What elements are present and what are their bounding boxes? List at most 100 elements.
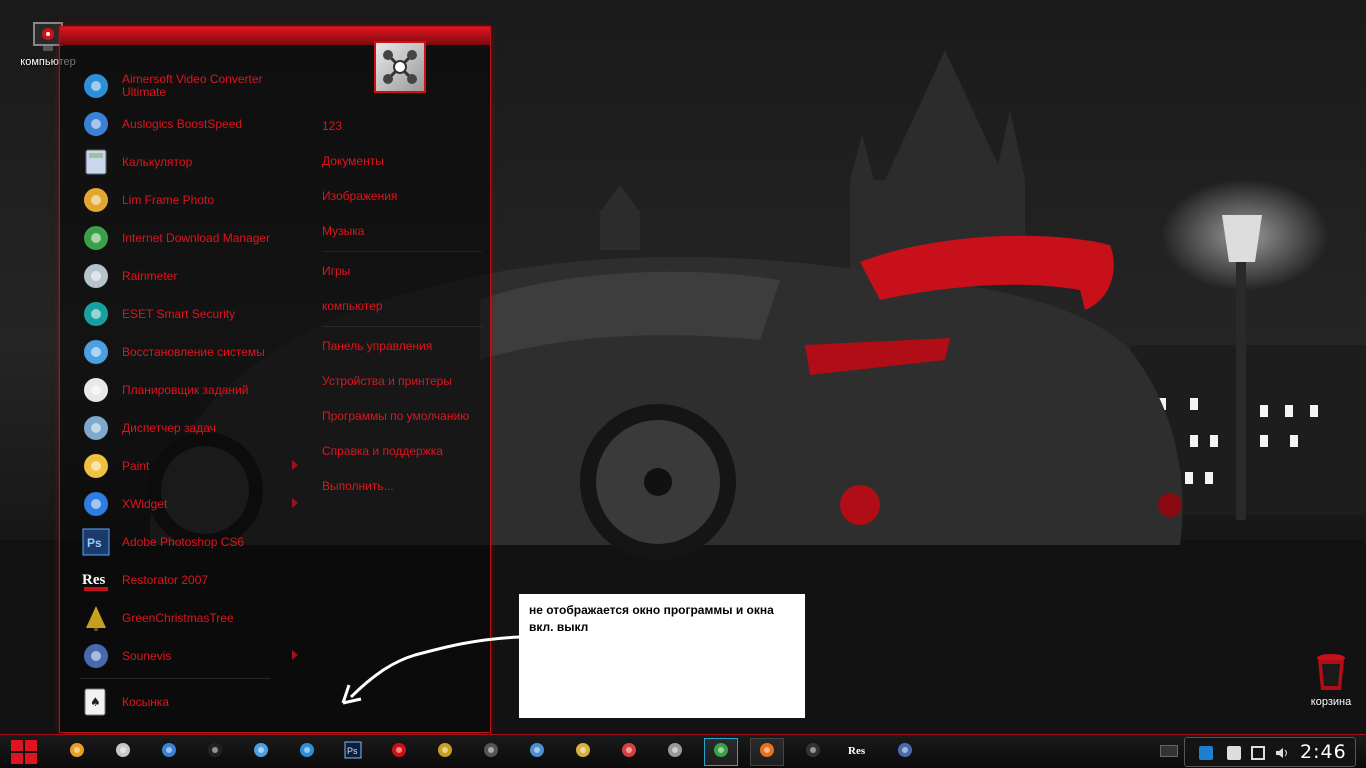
- taskbar-button[interactable]: [290, 738, 324, 766]
- settings-gear-icon: [252, 741, 270, 764]
- taskbar-button[interactable]: [520, 738, 554, 766]
- program-item[interactable]: Ps Adobe Photoshop CS6: [80, 523, 280, 561]
- annotation-arrow: [341, 635, 521, 705]
- place-item[interactable]: Панель управления: [322, 329, 482, 364]
- place-item[interactable]: Устройства и принтеры: [322, 364, 482, 399]
- program-item[interactable]: Res Restorator 2007: [80, 561, 280, 599]
- program-item[interactable]: XWidget: [80, 485, 298, 523]
- program-item[interactable]: ESET Smart Security: [80, 295, 280, 333]
- program-label: Lim Frame Photo: [122, 192, 215, 207]
- program-label: Восстановление системы: [122, 344, 265, 359]
- clock[interactable]: 2:46: [1300, 741, 1347, 763]
- aimp-icon: [68, 741, 86, 764]
- program-item[interactable]: Auslogics BoostSpeed: [80, 105, 280, 143]
- desktop-icon-trash[interactable]: корзина: [1291, 652, 1366, 708]
- taskbar-button[interactable]: [474, 738, 508, 766]
- taskbar-button[interactable]: Ps: [336, 738, 370, 766]
- taskbar-button[interactable]: [60, 738, 94, 766]
- program-item-solitaire[interactable]: ♠ Косынка: [80, 683, 280, 721]
- submenu-arrow-icon[interactable]: [292, 460, 298, 470]
- program-item[interactable]: Планировщик заданий: [80, 371, 280, 409]
- program-item[interactable]: Lim Frame Photo: [80, 181, 280, 219]
- res-icon: Res: [848, 741, 870, 764]
- program-item[interactable]: Диспетчер задач: [80, 409, 280, 447]
- restorator-icon: Res: [80, 564, 112, 596]
- separator: [322, 251, 482, 252]
- christmas-tree-icon: [436, 741, 454, 764]
- trash-icon: [1317, 654, 1345, 690]
- place-item[interactable]: Документы: [322, 144, 482, 179]
- taskbar-button[interactable]: [198, 738, 232, 766]
- sounevis-icon: [80, 640, 112, 672]
- frame-photo-icon: [80, 184, 112, 216]
- places-list: 123 Документы Изображения Музыка Игры компьют…: [322, 109, 482, 504]
- place-item[interactable]: Справка и поддержка: [322, 434, 482, 469]
- place-item[interactable]: Выполнить...: [322, 469, 482, 504]
- taskbar-button[interactable]: Res: [842, 738, 876, 766]
- rainmeter-icon: [80, 260, 112, 292]
- program-item[interactable]: Aimersoft Video Converter Ultimate: [80, 67, 280, 105]
- taskbar-button[interactable]: [612, 738, 646, 766]
- user-avatar[interactable]: [374, 41, 426, 93]
- svg-text:Ps: Ps: [87, 536, 102, 550]
- svg-text:Res: Res: [848, 745, 866, 757]
- aimersoft-icon: [80, 70, 112, 102]
- keyboard-icon[interactable]: [1160, 745, 1178, 757]
- program-label: ESET Smart Security: [122, 306, 236, 321]
- taskbar-button[interactable]: [428, 738, 462, 766]
- place-item[interactable]: Изображения: [322, 179, 482, 214]
- program-label: Rainmeter: [122, 268, 178, 283]
- media-player-icon: [206, 741, 224, 764]
- program-item[interactable]: Paint: [80, 447, 298, 485]
- program-list: Aimersoft Video Converter Ultimate Auslog…: [80, 67, 298, 675]
- taskbar-button[interactable]: [658, 738, 692, 766]
- calculator-icon: [80, 146, 112, 178]
- network-icon[interactable]: [1251, 746, 1265, 760]
- taskbar-button[interactable]: [704, 738, 738, 766]
- program-label: Internet Download Manager: [122, 230, 271, 245]
- submenu-arrow-icon[interactable]: [292, 650, 298, 660]
- program-label: Aimersoft Video Converter Ultimate: [122, 72, 263, 99]
- program-label: Косынка: [122, 694, 170, 709]
- tablet-icon: [804, 741, 822, 764]
- separator: [80, 678, 270, 679]
- taskbar-button[interactable]: [566, 738, 600, 766]
- taskbar-button[interactable]: [750, 738, 784, 766]
- place-item[interactable]: компьютер: [322, 289, 482, 324]
- svg-text:Res: Res: [82, 572, 105, 588]
- program-label: Auslogics BoostSpeed: [122, 116, 243, 131]
- photoshop-icon: Ps: [80, 526, 112, 558]
- note-text: не отображается окно программы и окна вк…: [529, 603, 774, 634]
- program-item[interactable]: Sounevis: [80, 637, 298, 675]
- taskbar-button[interactable]: [796, 738, 830, 766]
- program-label: Paint: [122, 458, 150, 473]
- program-item[interactable]: Калькулятор: [80, 143, 280, 181]
- taskbar-button[interactable]: [382, 738, 416, 766]
- svg-text:Ps: Ps: [347, 746, 358, 756]
- place-item[interactable]: Музыка: [322, 214, 482, 249]
- program-label: Планировщик заданий: [122, 382, 249, 397]
- program-item[interactable]: Internet Download Manager: [80, 219, 280, 257]
- desktop-icon-label: корзина: [1310, 696, 1352, 708]
- program-item[interactable]: GreenChristmasTree: [80, 599, 280, 637]
- place-item[interactable]: Игры: [322, 254, 482, 289]
- program-item[interactable]: Восстановление системы: [80, 333, 280, 371]
- program-label: Диспетчер задач: [122, 420, 216, 435]
- taskbar-button[interactable]: [888, 738, 922, 766]
- taskbar-button[interactable]: [152, 738, 186, 766]
- submenu-arrow-icon[interactable]: [292, 498, 298, 508]
- start-button[interactable]: [4, 736, 44, 768]
- taskbar-button[interactable]: [106, 738, 140, 766]
- taskbar-button[interactable]: [244, 738, 278, 766]
- program-label: XWidget: [122, 496, 168, 511]
- place-item[interactable]: 123: [322, 109, 482, 144]
- program-item[interactable]: Rainmeter: [80, 257, 280, 295]
- usb-icon[interactable]: [1227, 746, 1241, 760]
- browser-globe-icon: [160, 741, 178, 764]
- place-item[interactable]: Программы по умолчанию: [322, 399, 482, 434]
- eset-icon: [80, 298, 112, 330]
- notification-icon[interactable]: [1199, 746, 1213, 760]
- mcafee-icon: [390, 741, 408, 764]
- idm-icon: [80, 222, 112, 254]
- volume-icon[interactable]: [1275, 746, 1289, 760]
